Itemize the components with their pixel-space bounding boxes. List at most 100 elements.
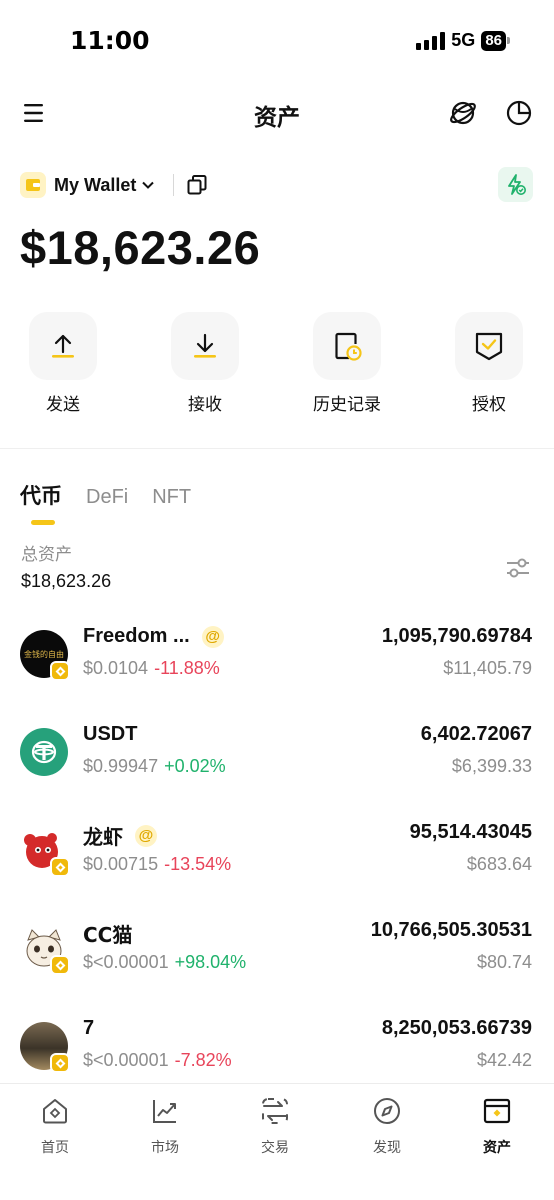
token-change: -11.88% <box>154 658 220 678</box>
token-amount: 8,250,053.66739 <box>381 1017 532 1039</box>
quick-actions: 发送 接收 历史记录 授权 <box>0 312 554 422</box>
token-change: +98.04% <box>174 952 247 972</box>
receive-action[interactable]: 接收 <box>150 312 260 415</box>
bottom-nav: 首页 市场 交易 发现 资产 <box>0 1083 554 1200</box>
send-label: 发送 <box>46 395 80 415</box>
swap-icon <box>262 1098 288 1124</box>
status-indicators: 5G 86 <box>416 30 510 51</box>
history-action[interactable]: 历史记录 <box>292 312 402 415</box>
token-logo <box>20 924 70 975</box>
history-label: 历史记录 <box>313 395 381 415</box>
nav-trade-label: 交易 <box>261 1140 289 1156</box>
token-price: $0.99947 <box>83 756 159 776</box>
token-name: Freedom ... <box>83 625 190 647</box>
send-action[interactable]: 发送 <box>8 312 118 415</box>
wallet-balance: $18,623.26 <box>20 221 261 274</box>
history-icon <box>335 332 362 361</box>
token-list: 金钱的自由 Freedom ... @ $0.0104 -11.88% 1,095… <box>0 612 554 1084</box>
token-value: $11,405.79 <box>443 658 532 678</box>
download-arrow-icon <box>194 333 216 358</box>
token-amount: 95,514.43045 <box>409 821 532 843</box>
usdt-logo-icon <box>31 740 57 764</box>
section-divider <box>0 448 554 449</box>
receive-label: 接收 <box>188 395 222 415</box>
token-row-seven[interactable]: 7 $<0.00001 -7.82% 8,250,053.66739 $42.42 <box>0 1004 554 1084</box>
token-price: $0.0104 <box>83 658 149 678</box>
token-value: $683.64 <box>466 854 532 874</box>
status-time: 11:00 <box>70 26 150 55</box>
token-logo <box>20 826 70 877</box>
nav-home-label: 首页 <box>41 1140 69 1156</box>
nav-market[interactable]: 市场 <box>110 1096 220 1157</box>
nav-home[interactable]: 首页 <box>0 1096 110 1157</box>
history-button[interactable] <box>313 312 381 380</box>
token-change: -7.82% <box>174 1050 232 1070</box>
at-badge-icon: @ <box>201 625 224 648</box>
wallet-name[interactable]: My Wallet <box>54 175 136 196</box>
pie-chart-icon[interactable] <box>504 98 534 128</box>
token-price: $<0.00001 <box>83 1050 169 1070</box>
nav-assets-label: 资产 <box>483 1140 511 1156</box>
tab-tokens[interactable]: 代币 <box>20 480 62 510</box>
authorize-action[interactable]: 授权 <box>434 312 544 415</box>
nav-trade[interactable]: 交易 <box>220 1096 330 1157</box>
token-amount: 10,766,505.30531 <box>370 919 532 941</box>
total-assets-label: 总资产 <box>21 545 72 565</box>
bnb-chain-icon <box>50 1053 70 1073</box>
market-chart-icon <box>153 1100 176 1123</box>
wallet-icon[interactable] <box>20 172 46 198</box>
token-logo <box>20 728 68 776</box>
token-name: 7 <box>83 1017 95 1039</box>
token-name: USDT <box>83 723 138 745</box>
lightning-check-icon <box>507 173 526 195</box>
authorize-button[interactable] <box>455 312 523 380</box>
token-logo: 金钱的自由 <box>20 630 70 681</box>
token-name: 龙虾 <box>83 825 123 849</box>
upload-arrow-icon <box>52 334 74 358</box>
token-price: $0.00715 <box>83 854 159 874</box>
token-value: $42.42 <box>476 1050 532 1070</box>
token-name: CC猫 <box>83 923 133 947</box>
bnb-chain-icon <box>50 661 70 681</box>
network-type: 5G <box>451 30 476 50</box>
bnb-chain-icon <box>50 857 70 877</box>
send-button[interactable] <box>29 312 97 380</box>
token-value: $6,399.33 <box>451 756 532 776</box>
token-row-lobster[interactable]: 龙虾 @ $0.00715 -13.54% 95,514.43045 $683.6… <box>0 808 554 906</box>
token-value: $80.74 <box>476 952 532 972</box>
divider <box>173 174 175 196</box>
signal-icon <box>416 31 446 50</box>
tab-active-indicator <box>31 520 55 525</box>
token-row-freedom[interactable]: 金钱的自由 Freedom ... @ $0.0104 -11.88% 1,095… <box>0 612 554 710</box>
authorize-label: 授权 <box>472 395 506 415</box>
receive-button[interactable] <box>171 312 239 380</box>
nav-discover[interactable]: 发现 <box>332 1096 442 1157</box>
wallet-selector-row: My Wallet <box>20 168 208 202</box>
total-assets-value: $18,623.26 <box>21 571 112 591</box>
tab-nft[interactable]: NFT <box>152 486 191 509</box>
network-globe-icon[interactable] <box>448 98 478 128</box>
copy-icon[interactable] <box>186 174 208 196</box>
battery-level: 86 <box>481 30 506 51</box>
token-price: $<0.00001 <box>83 952 169 972</box>
token-row-cc-cat[interactable]: CC猫 $<0.00001 +98.04% 10,766,505.30531 $8… <box>0 906 554 1004</box>
gas-fee-button[interactable] <box>498 167 533 202</box>
nav-discover-label: 发现 <box>373 1140 401 1156</box>
token-row-usdt[interactable]: USDT $0.99947 +0.02% 6,402.72067 $6,399.3… <box>0 710 554 808</box>
at-badge-icon: @ <box>135 824 157 847</box>
bnb-chain-icon <box>50 955 70 975</box>
top-nav: 资产 <box>0 88 554 140</box>
discover-compass-icon <box>374 1098 400 1124</box>
wallet-icon <box>483 1098 511 1124</box>
battery-icon: 86 <box>481 30 510 51</box>
authorize-shield-icon <box>475 332 503 361</box>
token-change: -13.54% <box>164 854 232 874</box>
nav-assets[interactable]: 资产 <box>442 1096 552 1157</box>
asset-tabs: 代币 DeFi NFT <box>20 480 215 510</box>
home-icon <box>43 1099 67 1124</box>
token-amount: 1,095,790.69784 <box>381 625 532 647</box>
chevron-down-icon[interactable] <box>141 178 155 192</box>
token-amount: 6,402.72067 <box>420 723 532 745</box>
tab-defi[interactable]: DeFi <box>86 486 128 509</box>
filter-sliders-icon[interactable] <box>504 555 532 581</box>
